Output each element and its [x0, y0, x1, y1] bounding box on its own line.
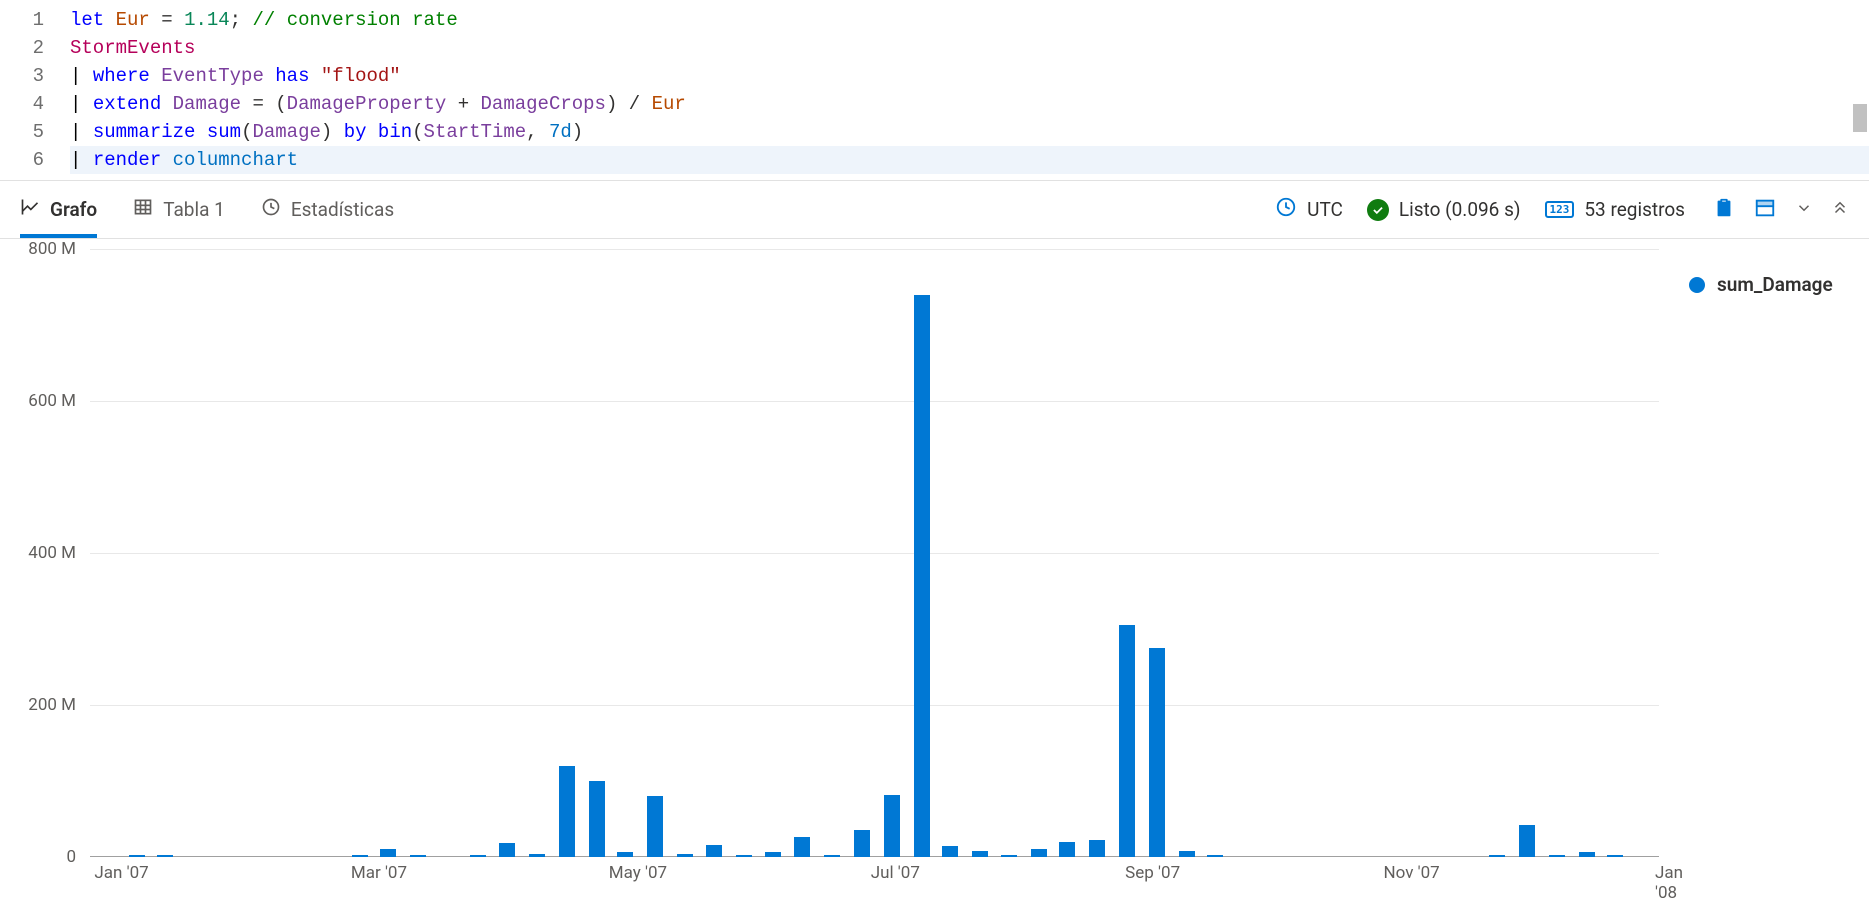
chart-bar[interactable]: [647, 796, 663, 857]
results-toolbar: Grafo Tabla 1 Estadísticas UTC Li: [0, 181, 1869, 239]
chart-bar[interactable]: [972, 851, 988, 857]
line-number: 2: [0, 34, 44, 62]
code-line[interactable]: | render columnchart: [70, 146, 1869, 174]
record-count: 123 53 registros: [1545, 198, 1686, 221]
chevron-down-icon[interactable]: [1795, 199, 1813, 221]
line-number: 6: [0, 146, 44, 174]
chart-baseline: [90, 856, 1659, 857]
y-axis-tick: 0: [66, 847, 76, 867]
chart-icon: [20, 197, 40, 222]
chart-area: 0 200 M 400 M 600 M 800 M sum_Damage Jan '07…: [0, 239, 1869, 899]
chart-legend[interactable]: sum_Damage: [1659, 249, 1849, 899]
timezone-indicator[interactable]: UTC: [1275, 196, 1343, 223]
checkmark-icon: [1367, 199, 1389, 221]
chart-bar[interactable]: [677, 854, 693, 857]
chart-bar[interactable]: [1119, 625, 1135, 857]
chart-bar[interactable]: [1001, 855, 1017, 857]
chart-bar[interactable]: [1089, 840, 1105, 857]
chart-bar[interactable]: [1059, 842, 1075, 857]
chart-bar[interactable]: [529, 854, 545, 857]
x-axis-tick: Jan '08: [1655, 863, 1683, 903]
chart-bar[interactable]: [736, 855, 752, 857]
grid-line: [90, 249, 1659, 250]
line-number: 3: [0, 62, 44, 90]
chart-bar[interactable]: [1607, 855, 1623, 857]
code-line[interactable]: | summarize sum(Damage) by bin(StartTime…: [70, 118, 1869, 146]
query-status-label: Listo (0.096 s): [1399, 198, 1521, 221]
code-content[interactable]: let Eur = 1.14; // conversion rateStormE…: [70, 6, 1869, 174]
chart-plot[interactable]: [90, 249, 1659, 857]
chart-bar[interactable]: [559, 766, 575, 857]
table-icon: [133, 197, 153, 222]
tab-table-label: Tabla 1: [163, 198, 225, 221]
chart-bar[interactable]: [470, 855, 486, 857]
chart-bar[interactable]: [1519, 825, 1535, 857]
code-line[interactable]: StormEvents: [70, 34, 1869, 62]
chart-bar[interactable]: [129, 855, 145, 857]
chart-bar[interactable]: [617, 852, 633, 857]
x-axis: Jan '07 Mar '07 May '07 Jul '07 Sep '07 Nov '…: [90, 863, 1669, 893]
query-status: Listo (0.096 s): [1367, 198, 1521, 221]
chart-bar[interactable]: [794, 837, 810, 857]
chart-bar[interactable]: [1149, 648, 1165, 857]
stats-icon: [261, 197, 281, 222]
y-axis-tick: 400 M: [28, 543, 76, 563]
tab-graph-label: Grafo: [50, 198, 97, 221]
tab-stats[interactable]: Estadísticas: [261, 181, 394, 238]
chart-bar[interactable]: [765, 852, 781, 857]
scrollbar-thumb[interactable]: [1853, 104, 1867, 132]
clipboard-icon[interactable]: [1713, 197, 1735, 223]
y-axis-tick: 600 M: [28, 391, 76, 411]
x-axis-tick: Nov '07: [1383, 863, 1439, 883]
records-icon: 123: [1545, 201, 1575, 218]
chart-bar[interactable]: [380, 849, 396, 857]
code-editor[interactable]: 123456 let Eur = 1.14; // conversion rat…: [0, 0, 1869, 181]
grid-line: [90, 705, 1659, 706]
chart-bar[interactable]: [589, 781, 605, 857]
code-line[interactable]: let Eur = 1.14; // conversion rate: [70, 6, 1869, 34]
timezone-label: UTC: [1307, 198, 1343, 221]
line-number: 1: [0, 6, 44, 34]
code-line[interactable]: | extend Damage = (DamageProperty + Dama…: [70, 90, 1869, 118]
chart-bar[interactable]: [352, 855, 368, 857]
chart-bar[interactable]: [706, 845, 722, 857]
chart-bar[interactable]: [942, 846, 958, 857]
chart-bar[interactable]: [1031, 849, 1047, 857]
record-count-label: 53 registros: [1584, 198, 1685, 221]
grid-line: [90, 401, 1659, 402]
chart-bar[interactable]: [1179, 851, 1195, 857]
chart-bar[interactable]: [884, 795, 900, 857]
chart-bar[interactable]: [914, 295, 930, 857]
chart-bar[interactable]: [824, 855, 840, 857]
x-axis-tick: May '07: [609, 863, 667, 883]
chart-bar[interactable]: [1549, 855, 1565, 857]
tab-stats-label: Estadísticas: [291, 198, 394, 221]
collapse-icon[interactable]: [1831, 199, 1849, 221]
y-axis-tick: 800 M: [28, 239, 76, 259]
code-line[interactable]: | where EventType has "flood": [70, 62, 1869, 90]
y-axis: 0200 M400 M600 M800 M: [20, 249, 90, 899]
clock-icon: [1275, 196, 1297, 223]
layout-icon[interactable]: [1753, 197, 1777, 223]
chart-bar[interactable]: [410, 855, 426, 857]
y-axis-tick: 200 M: [28, 695, 76, 715]
x-axis-tick: Sep '07: [1125, 863, 1180, 883]
chart-bar[interactable]: [1489, 855, 1505, 857]
line-number: 5: [0, 118, 44, 146]
x-axis-tick: Mar '07: [351, 863, 407, 883]
x-axis-tick: Jan '07: [94, 863, 148, 883]
legend-swatch: [1689, 277, 1705, 293]
line-number: 4: [0, 90, 44, 118]
x-axis-tick: Jul '07: [871, 863, 920, 883]
chart-bar[interactable]: [1207, 855, 1223, 857]
legend-label: sum_Damage: [1717, 273, 1833, 296]
line-number-gutter: 123456: [0, 6, 70, 174]
tab-graph[interactable]: Grafo: [20, 181, 97, 238]
chart-bar[interactable]: [1579, 852, 1595, 857]
chart-bar[interactable]: [854, 830, 870, 857]
grid-line: [90, 553, 1659, 554]
chart-bar[interactable]: [157, 855, 173, 857]
tab-table[interactable]: Tabla 1: [133, 181, 225, 238]
chart-bar[interactable]: [499, 843, 515, 857]
